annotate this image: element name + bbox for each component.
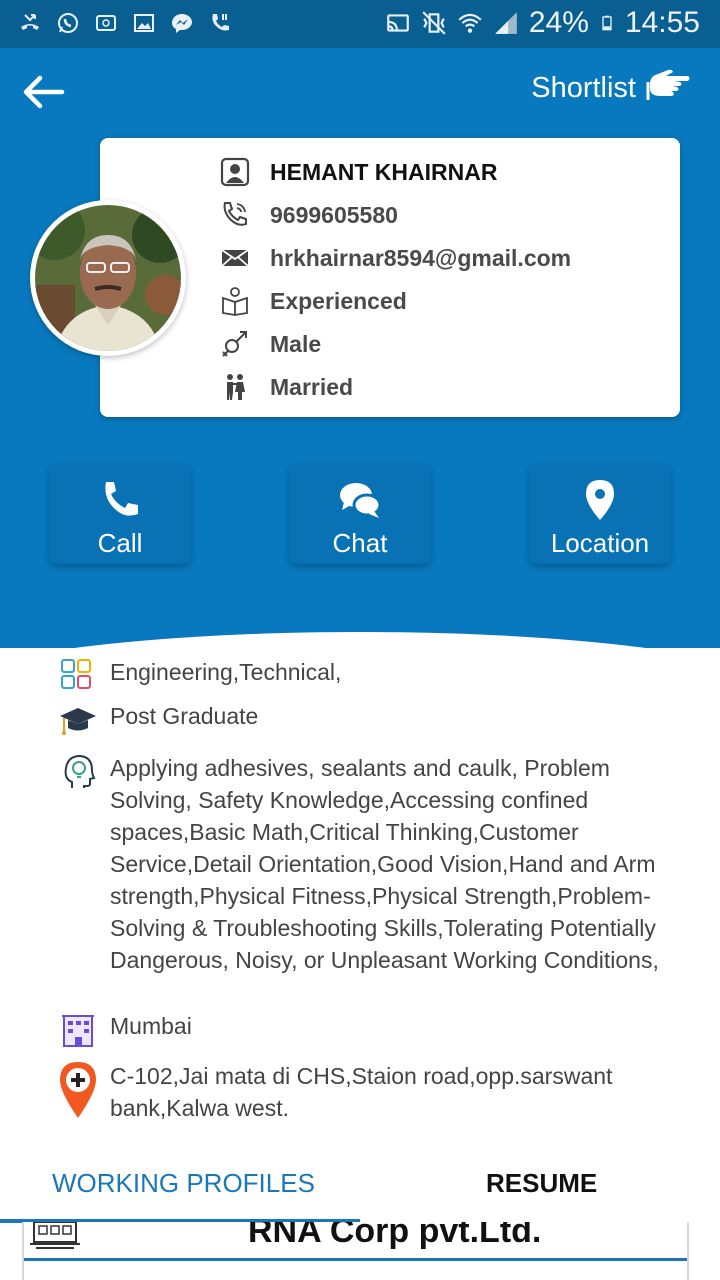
couple-icon <box>227 374 245 400</box>
whatsapp-icon <box>58 13 78 33</box>
person-icon <box>220 157 250 187</box>
signal-icon <box>495 12 517 34</box>
info-email-row: hrkhairnar8594@gmail.com <box>220 242 571 274</box>
back-arrow-icon[interactable] <box>20 72 68 112</box>
header-wave <box>0 632 720 648</box>
education-text: Post Graduate <box>110 703 259 729</box>
location-label: Location <box>550 528 650 558</box>
company-divider <box>24 1258 687 1261</box>
reading-icon <box>222 287 248 316</box>
skills-row: Applying adhesives, sealants and caulk, … <box>58 752 668 976</box>
chat-bubbles-icon <box>340 483 382 518</box>
location-button[interactable]: Location <box>530 464 670 564</box>
location-pin-icon <box>60 1062 96 1118</box>
info-name-row: HEMANT KHAIRNAR <box>220 156 497 188</box>
profile-experience: Experienced <box>270 287 407 314</box>
status-bar: 24% 14:55 <box>0 0 720 48</box>
profile-marital-status: Married <box>270 373 354 400</box>
call-icon <box>212 14 229 31</box>
messenger-icon <box>172 14 192 33</box>
education-row: Post Graduate <box>58 700 668 740</box>
battery-icon <box>602 15 612 31</box>
status-right: 24% 14:55 <box>385 6 700 40</box>
phone-icon <box>223 202 247 226</box>
chat-label: Chat <box>332 528 388 558</box>
info-experience-row: Experienced <box>220 285 407 317</box>
profile-email: hrkhairnar8594@gmail.com <box>270 244 572 271</box>
head-bulb-icon <box>64 754 96 788</box>
call-button[interactable]: Call <box>50 464 190 564</box>
envelope-icon <box>221 249 249 267</box>
tab-bar: WORKING PROFILES RESUME <box>0 1160 720 1220</box>
wifi-icon <box>458 13 482 33</box>
shortlist-label: Shortlist <box>531 71 636 104</box>
info-phone-row: 9699605580 <box>220 199 398 231</box>
graduation-cap-icon <box>60 708 96 735</box>
office-icon <box>30 1222 80 1249</box>
shortlist-button[interactable]: Shortlist <box>531 66 692 110</box>
city-row: Mumbai <box>58 1010 668 1050</box>
building-icon <box>62 1015 94 1047</box>
gender-icon <box>222 331 247 357</box>
map-pin-icon <box>586 480 614 520</box>
chat-button[interactable]: Chat <box>290 464 430 564</box>
battery-percent: 24% <box>528 6 589 39</box>
screen-icon <box>96 15 116 31</box>
profile-phone: 9699605580 <box>270 201 398 228</box>
call-label: Call <box>97 528 143 558</box>
notification-icons <box>18 10 232 36</box>
company-name: RNA Corp pvt.Ltd. <box>248 1222 542 1250</box>
category-text: Engineering,Technical, <box>110 659 342 685</box>
tab-resume[interactable]: RESUME <box>486 1168 597 1199</box>
skills-text: Applying adhesives, sealants and caulk, … <box>110 755 659 973</box>
grid-category-icon <box>61 659 91 689</box>
phone-handset-icon <box>105 482 138 516</box>
profile-name: HEMANT KHAIRNAR <box>270 158 498 185</box>
missed-call-icon <box>21 14 39 30</box>
clock: 14:55 <box>624 6 700 39</box>
tab-working-profiles[interactable]: WORKING PROFILES <box>52 1168 315 1199</box>
info-marital-row: Married <box>220 371 353 403</box>
avatar[interactable] <box>30 200 186 356</box>
pointing-hand-icon <box>646 69 690 100</box>
profile-photo <box>35 205 181 351</box>
address-row: C-102,Jai mata di CHS,Staion road,opp.sa… <box>58 1060 668 1124</box>
city-text: Mumbai <box>110 1013 192 1039</box>
company-card[interactable]: RNA Corp pvt.Ltd. <box>22 1222 689 1280</box>
category-row: Engineering,Technical, <box>58 656 668 696</box>
info-gender-row: Male <box>220 328 321 360</box>
cast-icon <box>387 14 409 32</box>
address-text: C-102,Jai mata di CHS,Staion road,opp.sa… <box>110 1063 613 1121</box>
image-icon <box>134 14 154 32</box>
profile-gender: Male <box>270 330 322 357</box>
vibrate-icon <box>422 11 446 35</box>
